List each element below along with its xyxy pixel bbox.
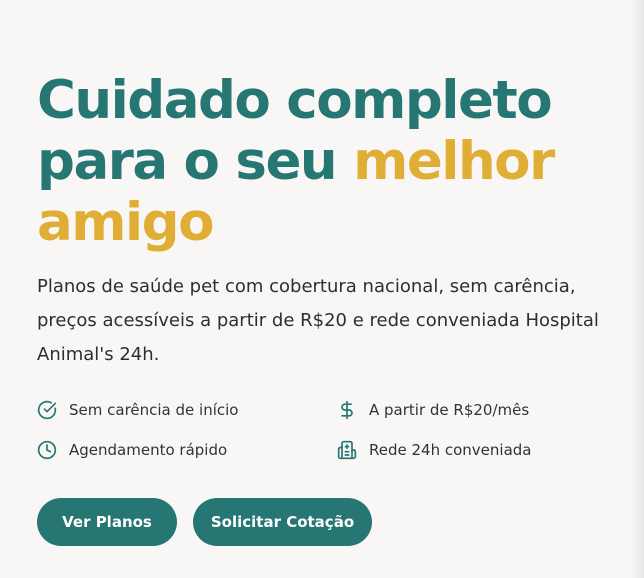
feature-label: Agendamento rápido — [69, 441, 228, 459]
hero-description: Planos de saúde pet com cobertura nacion… — [37, 276, 599, 365]
feature-label: Sem carência de início — [69, 401, 239, 419]
hospital-icon — [337, 440, 357, 460]
hero-section: Cuidado completo para o seu melhor amigo… — [37, 70, 627, 372]
feature-label: Rede 24h conveniada — [369, 441, 532, 459]
feature-item-network: Rede 24h conveniada — [337, 438, 597, 462]
feature-list: Sem carência de início A partir de R$20/… — [37, 398, 597, 462]
request-quote-button[interactable]: Solicitar Cotação — [193, 498, 372, 546]
feature-item-scheduling: Agendamento rápido — [37, 438, 337, 462]
check-circle-icon — [37, 400, 57, 420]
dollar-icon — [337, 400, 357, 420]
clock-icon — [37, 440, 57, 460]
feature-item-no-waiting: Sem carência de início — [37, 398, 337, 422]
hero-headline: Cuidado completo para o seu melhor amigo — [37, 70, 627, 253]
hero-actions: Ver Planos Solicitar Cotação — [37, 498, 372, 546]
feature-label: A partir de R$20/mês — [369, 401, 530, 419]
page-edge-shadow — [630, 0, 644, 578]
feature-item-price: A partir de R$20/mês — [337, 398, 597, 422]
view-plans-button[interactable]: Ver Planos — [37, 498, 177, 546]
